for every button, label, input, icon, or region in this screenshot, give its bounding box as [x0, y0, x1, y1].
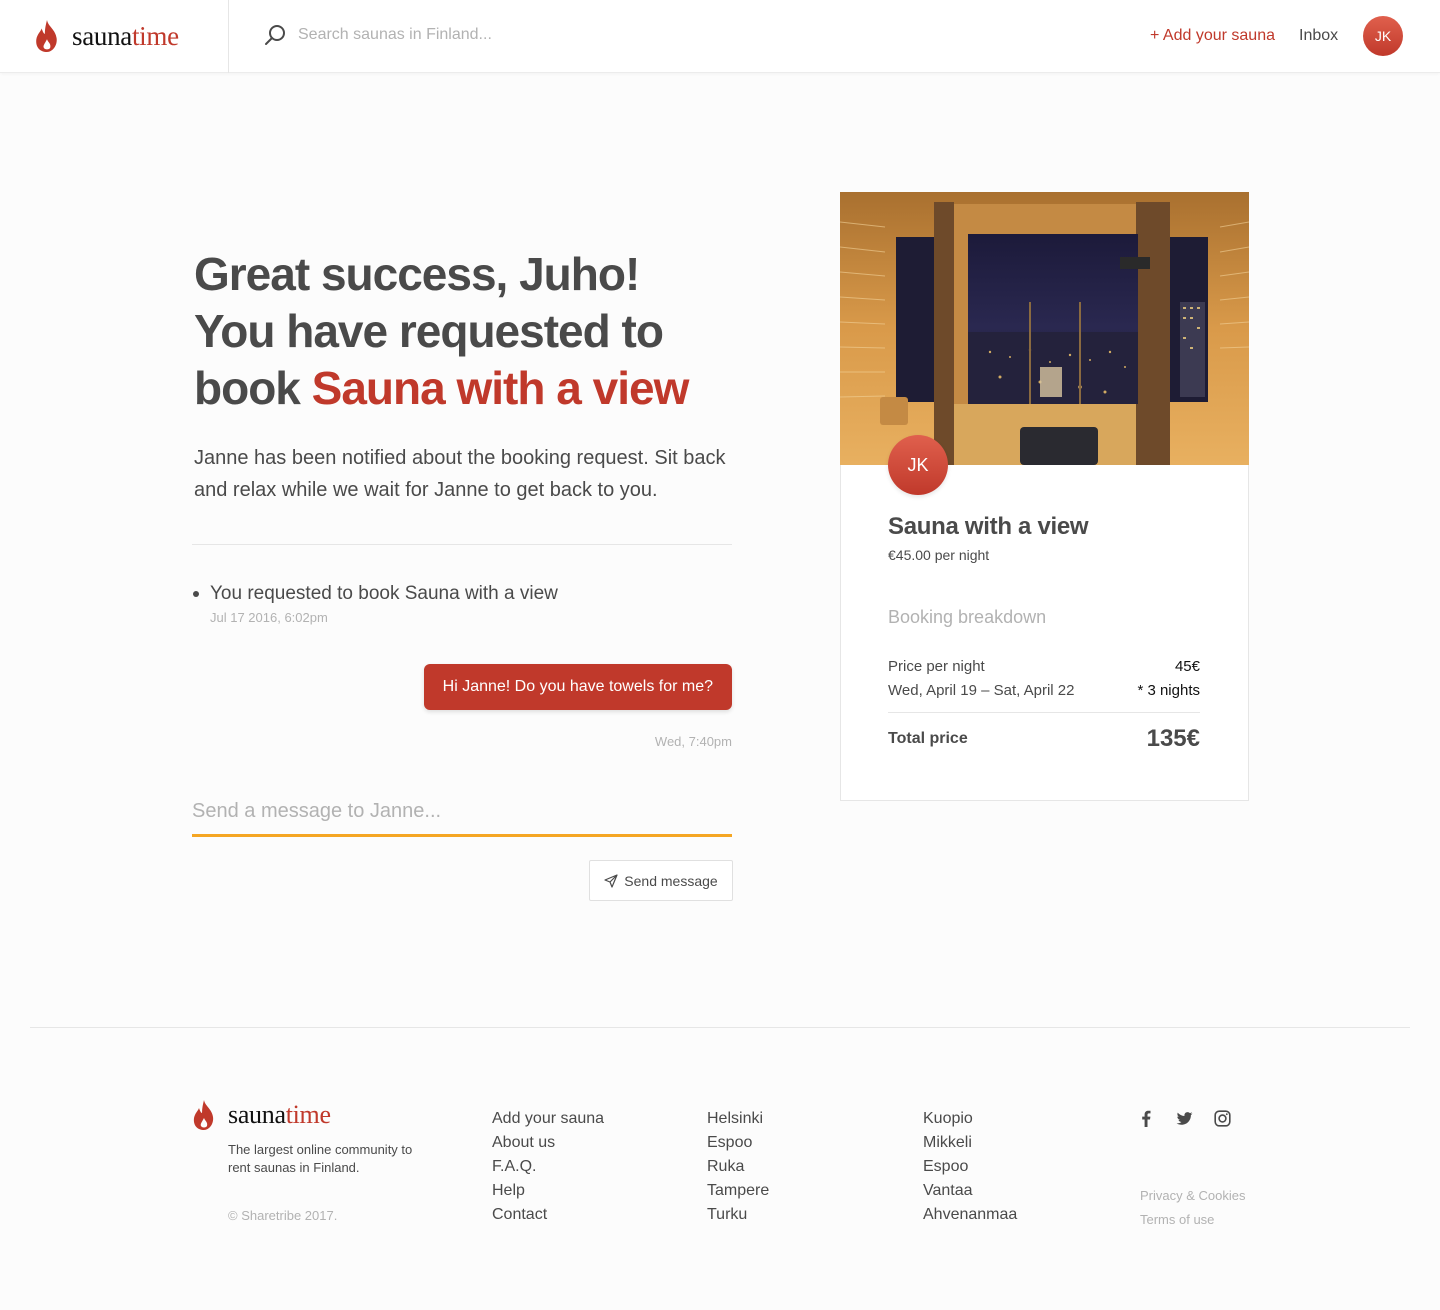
flame-icon [193, 1100, 214, 1130]
logo-text: saunatime [72, 20, 179, 51]
headline-line-1: Great success, Juho! [194, 248, 640, 300]
search-bar [264, 24, 598, 46]
message-bubble: Hi Janne! Do you have towels for me? [423, 664, 732, 710]
listing-image[interactable] [840, 192, 1249, 465]
search-icon [265, 25, 285, 45]
breakdown-divider [888, 712, 1200, 713]
user-avatar[interactable]: JK [1363, 16, 1403, 56]
instagram-link[interactable] [1214, 1110, 1252, 1130]
search-input[interactable] [298, 26, 598, 44]
footer-city-link[interactable]: Espoo [707, 1134, 752, 1151]
footer-divider [30, 1027, 1410, 1028]
event-time: Jul 17 2016, 6:02pm [210, 610, 328, 625]
footer-city-link[interactable]: Espoo [923, 1158, 968, 1175]
host-avatar[interactable]: JK [888, 435, 948, 495]
footer-link-about[interactable]: About us [492, 1134, 555, 1151]
twitter-icon [1176, 1112, 1193, 1125]
footer-copyright: © Sharetribe 2017. [228, 1208, 338, 1223]
flame-icon [36, 20, 57, 52]
instagram-icon [1214, 1110, 1231, 1127]
twitter-link[interactable] [1176, 1110, 1214, 1130]
breakdown-value: 45€ [1174, 658, 1200, 675]
message-input[interactable] [192, 796, 732, 837]
footer-cities-column: Helsinki Espoo Ruka Tampere Turku [707, 1107, 769, 1227]
divider [192, 544, 732, 545]
booking-breakdown-title: Booking breakdown [888, 607, 1047, 627]
lead-text: Janne has been notified about the bookin… [194, 447, 726, 501]
footer-cities-column: Kuopio Mikkeli Espoo Vantaa Ahvenanmaa [923, 1107, 1017, 1227]
inbox-link[interactable]: Inbox [1299, 27, 1338, 45]
footer-city-link[interactable]: Ahvenanmaa [923, 1206, 1017, 1223]
footer-city-link[interactable]: Kuopio [923, 1110, 973, 1127]
send-message-label: Send message [624, 872, 718, 889]
facebook-icon [1142, 1110, 1151, 1127]
legal-links: Privacy & Cookies Terms of use [1140, 1184, 1245, 1232]
breakdown-row: Price per night 45€ [888, 658, 1200, 675]
footer-logo-text: saunatime [228, 1102, 331, 1128]
footer-link-contact[interactable]: Contact [492, 1206, 547, 1223]
footer-link-faq[interactable]: F.A.Q. [492, 1158, 536, 1175]
total-price-label: Total price [888, 730, 968, 747]
sauna-photo [840, 192, 1249, 465]
footer-link-help[interactable]: Help [492, 1182, 525, 1199]
total-price-row: Total price 135€ [888, 725, 1200, 753]
topbar: saunatime + Add your sauna Inbox JK [0, 0, 1440, 73]
social-links [1138, 1110, 1252, 1130]
breakdown-label: Price per night [888, 658, 985, 675]
listing-card: JK Sauna with a view €45.00 per night Bo… [840, 192, 1249, 801]
footer-logo[interactable]: saunatime [192, 1100, 331, 1130]
breakdown-label: Wed, April 19 – Sat, April 22 [888, 682, 1075, 699]
add-sauna-link[interactable]: + Add your sauna [1150, 27, 1275, 45]
logo-text-dark: sauna [72, 20, 132, 51]
breakdown-value: * 3 nights [1137, 682, 1200, 699]
message-time: Wed, 7:40pm [654, 734, 732, 749]
logo[interactable]: saunatime [34, 20, 179, 52]
logo-text-red: time [131, 20, 179, 51]
footer-tagline: The largest online community to rent sau… [228, 1142, 413, 1175]
footer-city-link[interactable]: Turku [707, 1206, 747, 1223]
topbar-divider [228, 0, 229, 73]
footer-city-link[interactable]: Tampere [707, 1182, 769, 1199]
headline-line-3: book [194, 362, 312, 414]
footer-city-link[interactable]: Ruka [707, 1158, 744, 1175]
footer-link-add-sauna[interactable]: Add your sauna [492, 1110, 604, 1127]
headline-line-2: You have requested to [194, 305, 664, 357]
privacy-cookies-link[interactable]: Privacy & Cookies [1140, 1184, 1245, 1208]
listing-price: €45.00 per night [888, 547, 990, 563]
bullet-icon [193, 591, 199, 597]
footer-links-column: Add your sauna About us F.A.Q. Help Cont… [492, 1107, 604, 1227]
listing-title[interactable]: Sauna with a view [888, 513, 1089, 541]
event-text: You requested to book Sauna with a view [210, 583, 558, 604]
send-message-button[interactable]: Send message [589, 860, 733, 901]
page-title: Great success, Juho! You have requested … [194, 246, 814, 417]
send-icon [604, 873, 618, 888]
breakdown-row: Wed, April 19 – Sat, April 22 * 3 nights [888, 682, 1200, 699]
footer-city-link[interactable]: Mikkeli [923, 1134, 972, 1151]
terms-of-use-link[interactable]: Terms of use [1140, 1208, 1245, 1232]
facebook-link[interactable] [1138, 1110, 1176, 1130]
transaction-event: You requested to book Sauna with a view … [192, 580, 558, 625]
headline-listing-link[interactable]: Sauna with a view [312, 362, 690, 414]
logo-text-dark: sauna [228, 1100, 286, 1129]
footer-city-link[interactable]: Vantaa [923, 1182, 973, 1199]
logo-text-red: time [285, 1100, 331, 1129]
footer-city-link[interactable]: Helsinki [707, 1110, 763, 1127]
total-price-value: 135€ [1146, 725, 1200, 752]
